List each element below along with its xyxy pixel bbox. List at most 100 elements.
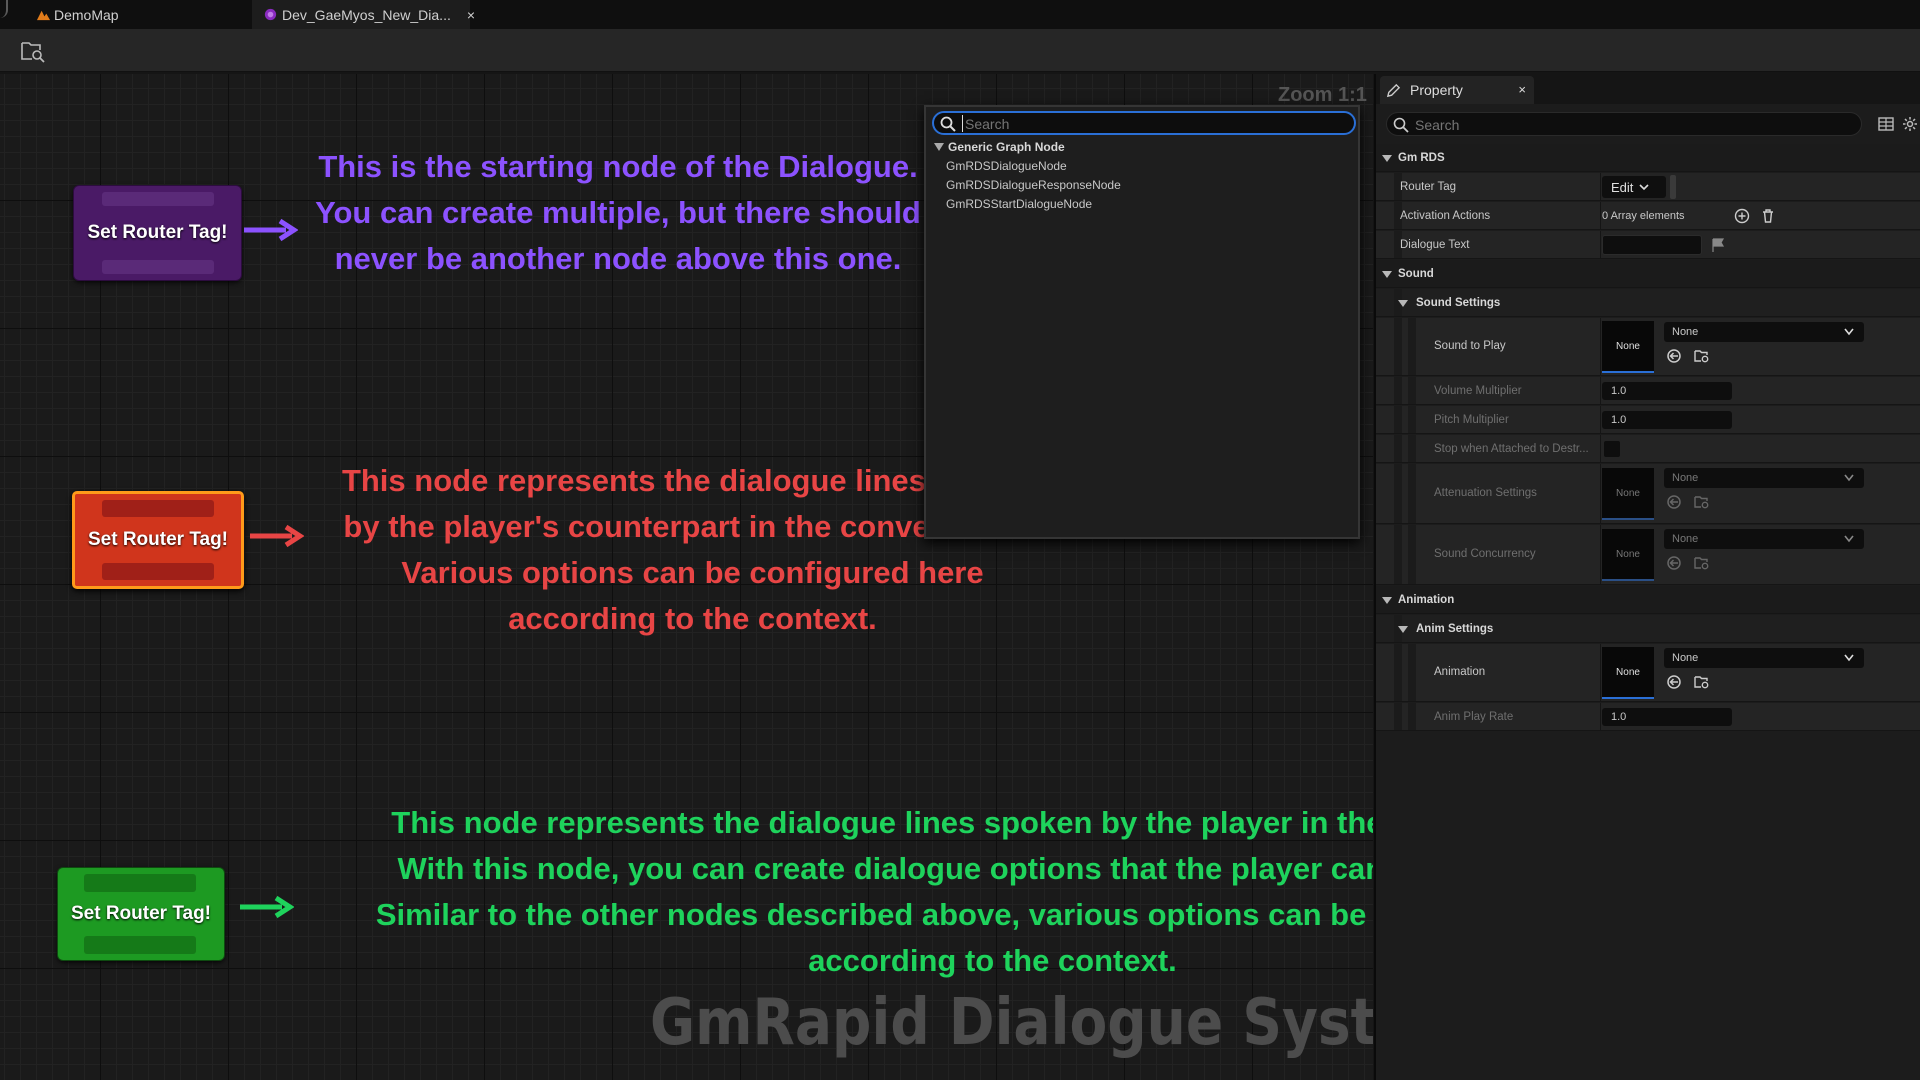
pitch-multiplier-field[interactable]: 1.0 [1602,411,1732,429]
node-item-start-dialogue[interactable]: GmRDSStartDialogueNode [946,197,1092,211]
description-line: This is the starting node of the Dialogu… [318,149,918,184]
node-output-pin[interactable] [84,936,196,954]
node-search-popup: Generic Graph Node GmRDSDialogueNode GmR… [924,105,1360,539]
close-tab-icon[interactable]: × [467,7,475,23]
sound-asset-dropdown[interactable]: None [1664,322,1864,342]
dialogue-response-node[interactable]: Set Router Tag! [58,868,224,960]
row-volume-multiplier: Volume Multiplier 1.0 [1376,377,1920,405]
column-divider[interactable] [1600,703,1601,730]
indent [1394,644,1402,701]
attenuation-thumbnail[interactable]: None [1602,468,1654,520]
popup-search-input[interactable] [962,115,1342,132]
column-divider[interactable] [1600,525,1601,584]
node-item-dialogue-response[interactable]: GmRDSDialogueResponseNode [946,178,1121,192]
chevron-down-icon [1844,535,1854,543]
column-divider[interactable] [1600,231,1601,258]
property-label: Stop when Attached to Destr... [1434,443,1589,455]
browse-asset-icon[interactable] [1694,555,1710,571]
indent [1394,406,1402,433]
property-label: Sound Concurrency [1434,548,1536,560]
tab-demomap[interactable]: DemoMap [0,0,252,29]
column-divider[interactable] [1600,318,1601,375]
browse-asset-icon[interactable] [1694,494,1710,510]
use-selected-icon[interactable] [1666,674,1682,690]
level-icon [36,10,51,21]
row-attenuation-settings: Attenuation Settings None None [1376,464,1920,524]
column-divider[interactable] [1600,173,1601,200]
table-view-icon[interactable] [1878,116,1894,132]
column-divider[interactable] [1600,406,1601,433]
description-line: This node represents the dialogue lines … [391,805,1373,840]
tab-label: Dev_GaeMyos_New_Dia... [282,6,451,23]
collapse-triangle-icon [1382,597,1392,604]
tab-dialogue-asset[interactable]: Dev_GaeMyos_New_Dia... × [252,0,475,29]
concurrency-dropdown[interactable]: None [1664,529,1864,549]
node-item-dialogue[interactable]: GmRDSDialogueNode [946,159,1067,173]
toolbar [0,29,1920,72]
property-label: Anim Play Rate [1434,711,1514,723]
gear-icon[interactable] [1902,116,1918,132]
use-selected-icon[interactable] [1666,494,1682,510]
column-divider[interactable] [1600,644,1601,701]
stop-when-attached-checkbox[interactable] [1604,441,1620,457]
browse-asset-icon[interactable] [1694,674,1710,690]
volume-multiplier-field[interactable]: 1.0 [1602,382,1732,400]
description-line: according to the context. [508,601,877,636]
dialogue-text-field[interactable] [1602,235,1702,255]
animation-dropdown[interactable]: None [1664,648,1864,668]
add-element-icon[interactable] [1734,208,1750,224]
column-divider[interactable] [1600,464,1601,523]
indent [1394,525,1402,584]
tab-property[interactable]: Property × [1380,76,1534,104]
row-anim-play-rate: Anim Play Rate 1.0 [1376,703,1920,731]
dropdown-value: None [1672,533,1699,545]
browse-asset-icon[interactable] [20,39,46,63]
category-label: Animation [1398,594,1455,606]
row-router-tag: Router Tag Edit [1376,173,1920,201]
category-anim-settings[interactable]: Anim Settings [1376,615,1920,643]
category-sound[interactable]: Sound [1376,260,1920,288]
row-stop-when-attached: Stop when Attached to Destr... [1376,435,1920,463]
flag-icon[interactable] [1710,237,1726,253]
use-selected-icon[interactable] [1666,555,1682,571]
search-icon [940,116,956,132]
trash-icon[interactable] [1760,208,1776,224]
node-input-pin[interactable] [102,500,214,517]
node-input-pin[interactable] [102,192,214,206]
concurrency-thumbnail[interactable]: None [1602,529,1654,581]
indent [1408,525,1416,584]
dialogue-node[interactable]: Set Router Tag! [72,491,244,589]
category-label: Generic Graph Node [948,140,1065,154]
category-generic-graph-node[interactable]: Generic Graph Node [934,140,1065,154]
attenuation-dropdown[interactable]: None [1664,468,1864,488]
property-search-box[interactable] [1386,112,1862,136]
indent [1408,377,1416,404]
use-selected-icon[interactable] [1666,348,1682,364]
property-panel: Property × Gm RDS Router Tag Edit Activa… [1374,74,1920,1080]
popup-search-box[interactable] [932,111,1356,135]
animation-thumbnail[interactable]: None [1602,647,1654,699]
start-dialogue-node[interactable]: Set Router Tag! [74,186,241,280]
property-label: Animation [1434,666,1486,678]
indent [1394,377,1402,404]
column-divider[interactable] [1600,202,1601,229]
column-divider[interactable] [1600,435,1601,462]
category-animation[interactable]: Animation [1376,586,1920,614]
column-divider[interactable] [1600,377,1601,404]
array-count: 0 Array elements [1602,210,1685,222]
node-input-pin[interactable] [84,874,196,892]
node-output-pin[interactable] [102,563,214,580]
row-sound-concurrency: Sound Concurrency None None [1376,525,1920,585]
node-output-pin[interactable] [102,260,214,274]
edit-button[interactable]: Edit [1602,176,1666,198]
anim-play-rate-field[interactable]: 1.0 [1602,708,1732,726]
category-sound-settings[interactable]: Sound Settings [1376,289,1920,317]
sound-thumbnail[interactable]: None [1602,321,1654,373]
indent [1408,318,1416,375]
category-gm-rds[interactable]: Gm RDS [1376,144,1920,172]
indent [1394,703,1402,730]
close-panel-icon[interactable]: × [1518,82,1526,97]
property-search-input[interactable] [1415,116,1835,133]
property-label: Sound to Play [1434,340,1506,352]
browse-asset-icon[interactable] [1694,348,1710,364]
